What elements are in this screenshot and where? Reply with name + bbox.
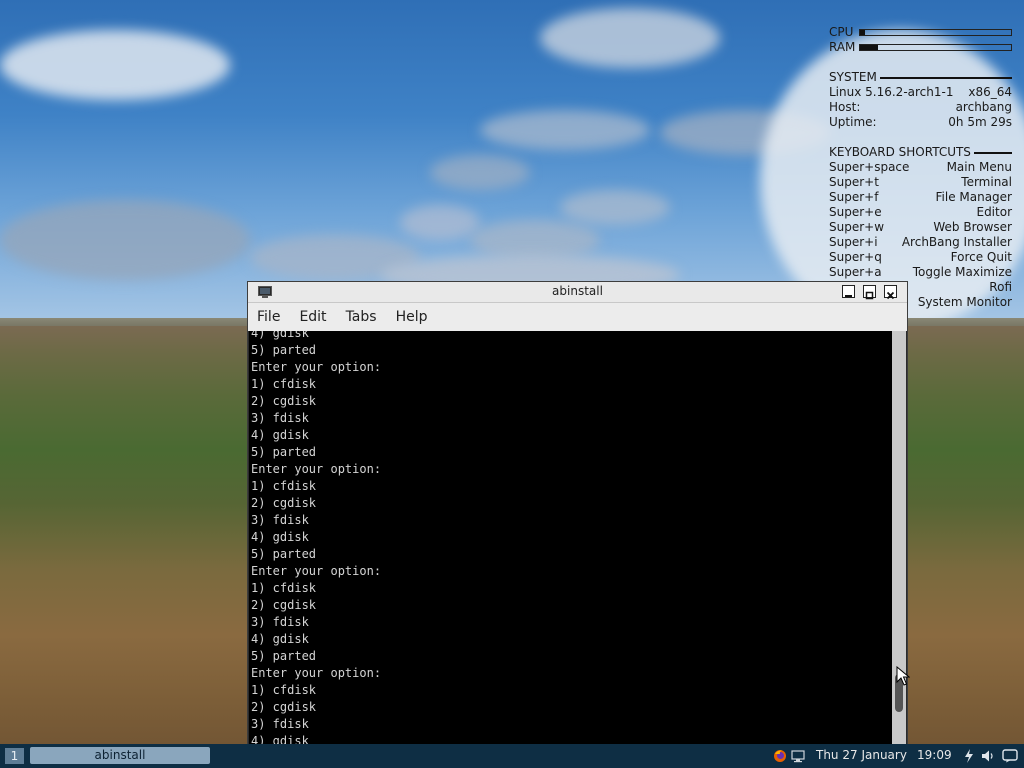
- mouse-cursor-icon: [896, 666, 910, 686]
- terminal-line: 2) cgdisk: [251, 394, 317, 408]
- clock-date[interactable]: Thu 27 January: [816, 748, 907, 762]
- window-title: abinstall: [552, 284, 603, 298]
- terminal-line: 4) gdisk: [251, 331, 309, 340]
- exit-icon[interactable]: [1002, 749, 1018, 763]
- network-icon[interactable]: [791, 749, 805, 763]
- menu-bar: File Edit Tabs Help: [248, 303, 907, 331]
- architecture: x86_64: [968, 85, 1012, 99]
- menu-file[interactable]: File: [248, 309, 290, 325]
- menu-help[interactable]: Help: [387, 309, 438, 325]
- shortcut-key: Super+e: [829, 205, 882, 219]
- minimize-icon: [845, 295, 852, 297]
- shortcut-action: Terminal: [961, 175, 1012, 189]
- terminal-line: 3) fdisk: [251, 513, 309, 527]
- ram-meter: RAM: [829, 40, 1012, 55]
- shortcut-row: Super+w Web Browser: [829, 220, 1012, 235]
- shortcut-action: Web Browser: [933, 220, 1012, 234]
- terminal-text: 4) gdisk 5) parted Enter your option: 1) cf…: [251, 331, 381, 744]
- shortcut-action: Rofi: [989, 280, 1012, 294]
- taskbar: 1 abinstall Thu 27 January 19:09: [0, 744, 1024, 768]
- shortcut-key: Super+w: [829, 220, 885, 234]
- terminal-line: Enter your option:: [251, 666, 382, 680]
- cpu-label: CPU: [829, 25, 854, 39]
- clock-time[interactable]: 19:09: [917, 748, 952, 762]
- terminal-line: 3) fdisk: [251, 615, 309, 629]
- power-icon[interactable]: [964, 749, 974, 763]
- cpu-meter: CPU: [829, 25, 1012, 40]
- shortcut-row: Super+f File Manager: [829, 190, 1012, 205]
- shortcuts-section-header: KEYBOARD SHORTCUTS: [829, 145, 1012, 160]
- system-section-header: SYSTEM: [829, 70, 1012, 85]
- workspace-button[interactable]: 1: [5, 748, 24, 764]
- terminal-line: 1) cfdisk: [251, 683, 317, 697]
- shortcut-row: Super+e Editor: [829, 205, 1012, 220]
- terminal-line: 3) fdisk: [251, 717, 309, 731]
- terminal-line: 2) cgdisk: [251, 598, 317, 612]
- window-titlebar[interactable]: abinstall: [248, 282, 907, 303]
- shortcut-action: File Manager: [935, 190, 1013, 204]
- close-button[interactable]: [884, 285, 897, 300]
- shortcut-row: Super+a Toggle Maximize: [829, 265, 1012, 280]
- ram-bar: [859, 44, 1012, 51]
- kernel-version: Linux 5.16.2-arch1-1: [829, 85, 954, 99]
- conky-panel: CPU RAM SYSTEM Linux 5.16.2-arch1-1 x86_…: [829, 25, 1012, 310]
- uptime-value: 0h 5m 29s: [948, 115, 1012, 129]
- shortcut-row: Super+q Force Quit: [829, 250, 1012, 265]
- close-icon: [886, 291, 895, 300]
- firefox-icon[interactable]: [773, 749, 787, 763]
- terminal-line: Enter your option:: [251, 360, 382, 374]
- uptime-label: Uptime:: [829, 115, 877, 129]
- shortcut-action: ArchBang Installer: [901, 235, 1012, 249]
- shortcut-action: Force Quit: [950, 250, 1012, 264]
- shortcut-row: Super+t Terminal: [829, 175, 1012, 190]
- task-abinstall[interactable]: abinstall: [30, 747, 210, 764]
- maximize-icon: [865, 291, 874, 300]
- shortcut-key: Super+t: [829, 175, 879, 189]
- terminal-line: 2) cgdisk: [251, 700, 317, 714]
- status-icons: [964, 748, 1018, 764]
- shortcut-action: System Monitor: [917, 295, 1012, 309]
- terminal-line: 5) parted: [251, 649, 317, 663]
- terminal-line: 4) gdisk: [251, 734, 309, 744]
- terminal-line: 5) parted: [251, 343, 317, 357]
- system-tray: [773, 744, 809, 768]
- hostname: archbang: [955, 100, 1012, 114]
- terminal-line: 1) cfdisk: [251, 581, 317, 595]
- cpu-bar: [859, 29, 1012, 36]
- shortcut-action: Toggle Maximize: [912, 265, 1012, 279]
- shortcuts-header: KEYBOARD SHORTCUTS: [829, 145, 971, 159]
- shortcut-row: Super+i ArchBang Installer: [829, 235, 1012, 250]
- menu-edit[interactable]: Edit: [290, 309, 336, 325]
- menu-tabs[interactable]: Tabs: [337, 309, 387, 325]
- terminal-line: 1) cfdisk: [251, 479, 317, 493]
- terminal-line: 4) gdisk: [251, 632, 309, 646]
- volume-icon[interactable]: [981, 749, 995, 763]
- terminal-line: 5) parted: [251, 445, 317, 459]
- terminal-output[interactable]: 4) gdisk 5) parted Enter your option: 1) cf…: [249, 331, 892, 744]
- shortcut-key: Super+q: [829, 250, 882, 264]
- shortcut-action: Editor: [976, 205, 1012, 219]
- shortcut-action: Main Menu: [946, 160, 1012, 174]
- terminal-window[interactable]: abinstall File Edit Tabs Help 4) gdisk 5)…: [248, 282, 907, 744]
- terminal-line: 5) parted: [251, 547, 317, 561]
- terminal-line: 4) gdisk: [251, 428, 309, 442]
- terminal-line: 4) gdisk: [251, 530, 309, 544]
- maximize-button[interactable]: [863, 285, 876, 300]
- terminal-line: Enter your option:: [251, 564, 382, 578]
- terminal-line: 2) cgdisk: [251, 496, 317, 510]
- minimize-button[interactable]: [842, 285, 855, 298]
- system-header: SYSTEM: [829, 70, 877, 84]
- shortcut-key: Super+f: [829, 190, 879, 204]
- shortcut-key: Super+a: [829, 265, 882, 279]
- terminal-line: 1) cfdisk: [251, 377, 317, 391]
- terminal-line: 3) fdisk: [251, 411, 309, 425]
- host-label: Host:: [829, 100, 861, 114]
- shortcut-key: Super+space: [829, 160, 910, 174]
- terminal-line: Enter your option:: [251, 462, 382, 476]
- shortcut-key: Super+i: [829, 235, 878, 249]
- shortcut-row: Super+space Main Menu: [829, 160, 1012, 175]
- ram-label: RAM: [829, 40, 856, 54]
